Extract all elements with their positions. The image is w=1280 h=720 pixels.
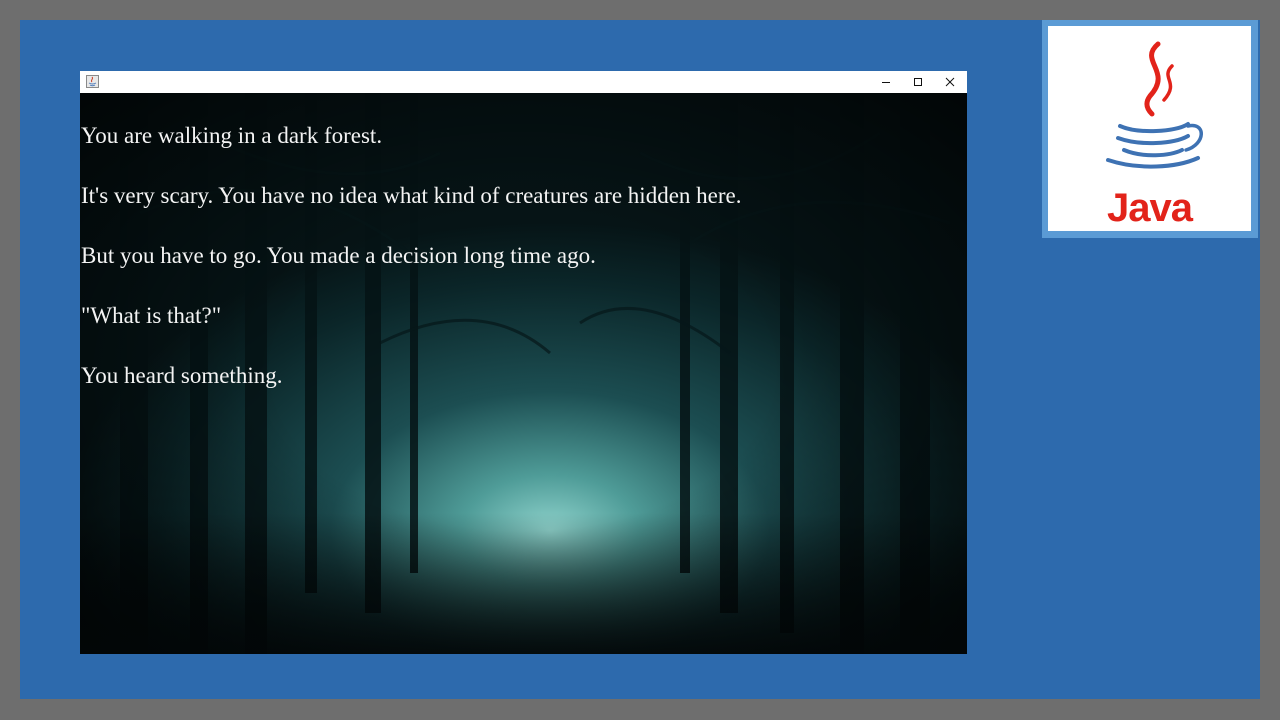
story-line: You heard something. bbox=[81, 363, 283, 388]
story-line: You are walking in a dark forest. bbox=[81, 123, 383, 148]
maximize-button[interactable] bbox=[902, 71, 934, 93]
maximize-icon bbox=[914, 78, 922, 86]
minimize-icon bbox=[882, 82, 890, 83]
java-logo-card: Java bbox=[1042, 20, 1258, 238]
close-button[interactable] bbox=[934, 71, 966, 93]
java-logo: Java bbox=[1048, 26, 1251, 231]
java-app-icon bbox=[86, 75, 99, 88]
minimize-button[interactable] bbox=[870, 71, 902, 93]
story-line: It's very scary. You have no idea what k… bbox=[81, 183, 742, 208]
game-window: You are walking in a dark forest. It's v… bbox=[80, 71, 967, 654]
story-line: But you have to go. You made a decision … bbox=[81, 243, 596, 268]
story-line: "What is that?" bbox=[81, 303, 222, 328]
story-text: You are walking in a dark forest. It's v… bbox=[81, 122, 961, 422]
close-icon bbox=[945, 77, 955, 87]
game-screen: You are walking in a dark forest. It's v… bbox=[80, 93, 967, 654]
title-bar[interactable] bbox=[80, 71, 967, 93]
java-wordmark: Java bbox=[1107, 186, 1193, 230]
